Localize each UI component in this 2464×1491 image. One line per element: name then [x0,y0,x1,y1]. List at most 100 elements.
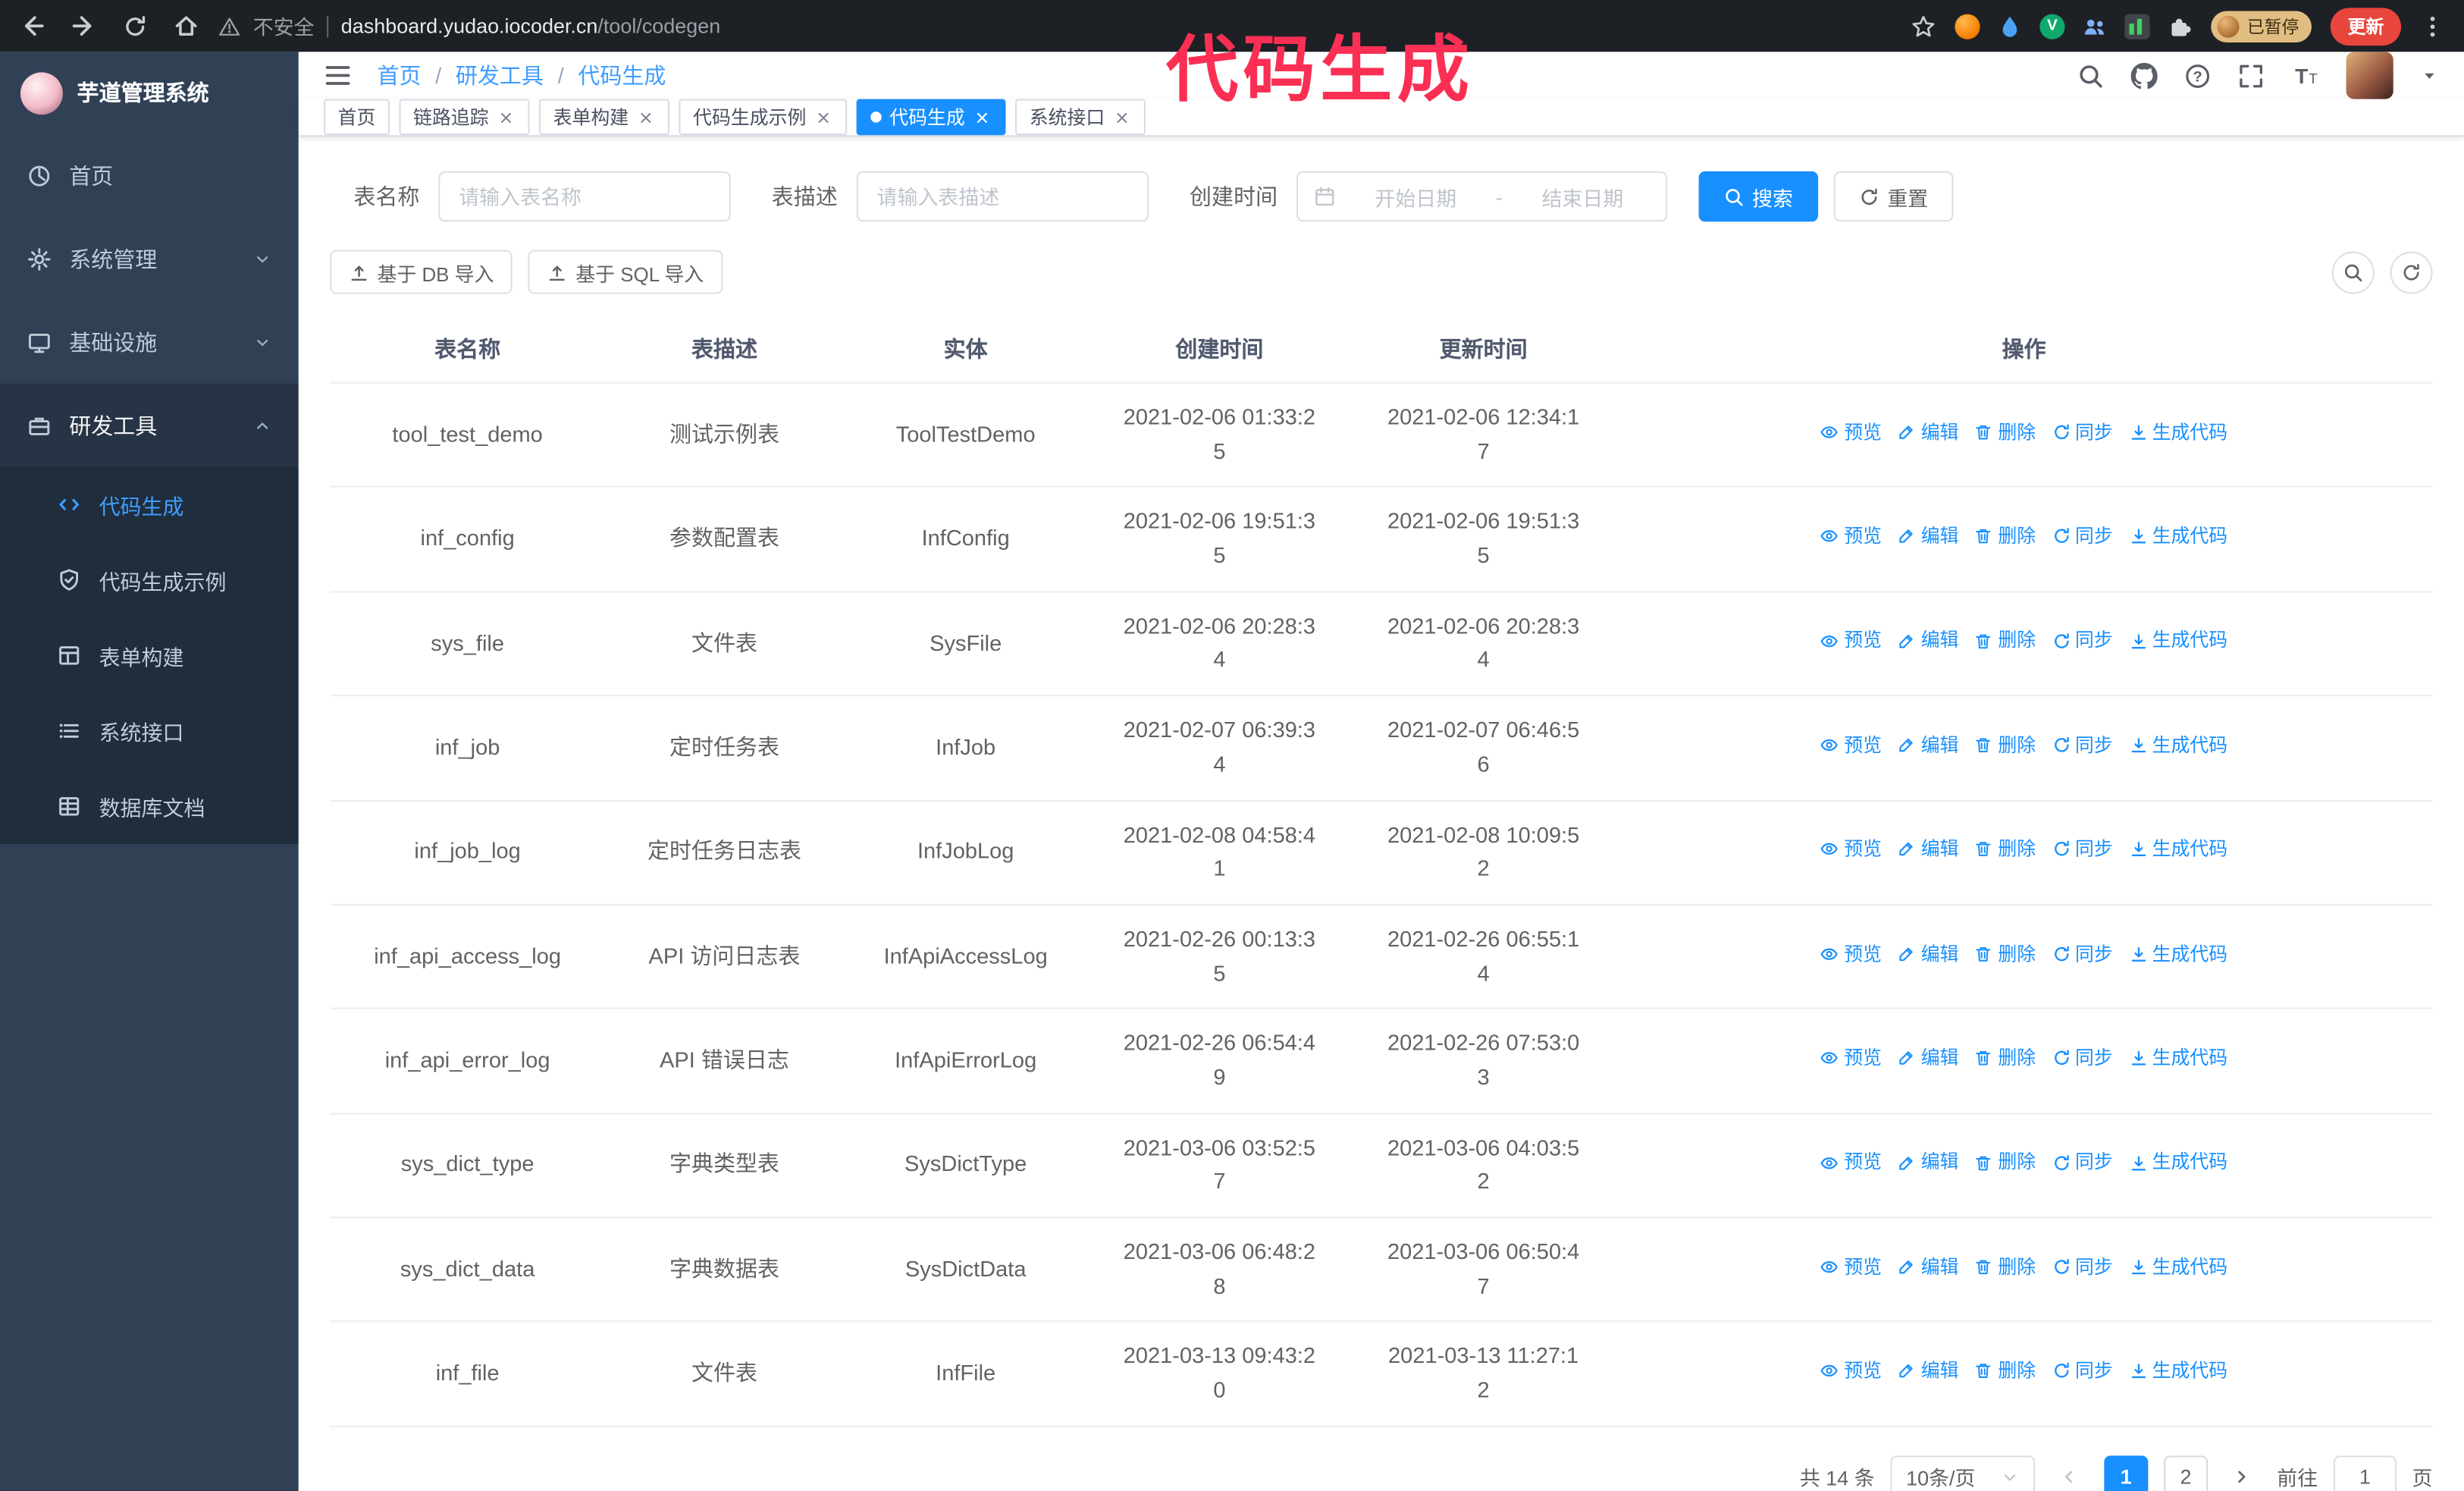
preview-link[interactable]: 预览 [1820,1357,1882,1386]
edit-link[interactable]: 编辑 [1898,1044,1959,1073]
breadcrumb-devtools[interactable]: 研发工具 [456,60,544,91]
preview-link[interactable]: 预览 [1820,418,1882,447]
extensions-puzzle-icon[interactable] [2167,14,2192,39]
sidebar-item-codegen[interactable]: 代码生成 [0,467,299,542]
generate-code-link[interactable]: 生成代码 [2129,1148,2227,1178]
font-size-icon[interactable] [2291,61,2319,89]
generate-code-link[interactable]: 生成代码 [2129,418,2227,447]
search-button[interactable]: 搜索 [1698,171,1819,222]
delete-link[interactable]: 删除 [1974,940,2036,969]
edit-link[interactable]: 编辑 [1898,522,1959,551]
create-time-range-picker[interactable]: 开始日期 - 结束日期 [1296,171,1668,222]
sync-link[interactable]: 同步 [2052,1148,2113,1178]
delete-link[interactable]: 删除 [1974,626,2036,656]
generate-code-link[interactable]: 生成代码 [2129,522,2227,551]
sync-link[interactable]: 同步 [2052,1357,2113,1386]
sync-link[interactable]: 同步 [2052,1044,2113,1073]
import-db-button[interactable]: 基于 DB 导入 [330,250,513,294]
refresh-table-button[interactable] [2390,250,2433,293]
page-2-button[interactable]: 2 [2164,1455,2209,1491]
import-sql-button[interactable]: 基于 SQL 导入 [528,250,723,294]
breadcrumb-codegen[interactable]: 代码生成 [578,60,666,91]
search-icon[interactable] [2077,62,2104,89]
tab-form-builder[interactable]: 表单构建 [539,99,670,136]
sync-link[interactable]: 同步 [2052,1252,2113,1282]
tab-tracing[interactable]: 链路追踪 [399,99,530,136]
sidebar-item-form-builder[interactable]: 表单构建 [0,618,299,693]
browser-update-button[interactable]: 更新 [2330,7,2402,46]
generate-code-link[interactable]: 生成代码 [2129,835,2227,865]
reload-icon[interactable] [123,14,148,39]
tab-codegen-example[interactable]: 代码生成示例 [679,99,848,136]
close-icon[interactable] [814,108,833,127]
extension-v-icon[interactable]: V [2039,13,2065,39]
edit-link[interactable]: 编辑 [1898,1252,1959,1282]
bookmark-star-icon[interactable] [1911,14,1936,39]
preview-link[interactable]: 预览 [1820,730,1882,760]
sync-link[interactable]: 同步 [2052,626,2113,656]
avatar-caret-icon[interactable] [2420,66,2439,85]
close-icon[interactable] [973,108,992,127]
tab-codegen[interactable]: 代码生成 [856,99,1006,136]
delete-link[interactable]: 删除 [1974,1148,2036,1178]
paused-badge[interactable]: 已暂停 [2211,10,2312,42]
reset-button[interactable]: 重置 [1833,171,1954,222]
generate-code-link[interactable]: 生成代码 [2129,1252,2227,1282]
docs-help-icon[interactable] [2184,62,2211,89]
collapse-menu-icon[interactable] [324,61,352,89]
sidebar-item-codegen-example[interactable]: 代码生成示例 [0,542,299,617]
edit-link[interactable]: 编辑 [1898,835,1959,865]
close-icon[interactable] [1113,108,1132,127]
tab-home[interactable]: 首页 [323,99,390,136]
app-logo[interactable]: 芋道管理系统 [0,52,299,133]
delete-link[interactable]: 删除 [1974,835,2036,865]
delete-link[interactable]: 删除 [1974,730,2036,760]
page-1-button[interactable]: 1 [2104,1455,2149,1491]
sync-link[interactable]: 同步 [2052,940,2113,969]
sidebar-item-infra[interactable]: 基础设施 [0,300,299,384]
sync-link[interactable]: 同步 [2052,835,2113,865]
sync-link[interactable]: 同步 [2052,522,2113,551]
forward-icon[interactable] [71,13,97,39]
delete-link[interactable]: 删除 [1974,1357,2036,1386]
sidebar-item-home[interactable]: 首页 [0,133,299,217]
close-icon[interactable] [637,108,656,127]
edit-link[interactable]: 编辑 [1898,730,1959,760]
home-icon[interactable] [173,13,199,39]
preview-link[interactable]: 预览 [1820,1148,1882,1178]
goto-page-input[interactable] [2333,1455,2397,1491]
user-avatar[interactable] [2346,52,2393,99]
extension-fox-icon[interactable] [1955,13,1980,39]
back-icon[interactable] [19,13,45,39]
edit-link[interactable]: 编辑 [1898,940,1959,969]
edit-link[interactable]: 编辑 [1898,1357,1959,1386]
address-bar[interactable]: 不安全 dashboard.yudao.iocoder.cn/tool/code… [218,11,1892,41]
toggle-search-button[interactable] [2331,250,2375,293]
preview-link[interactable]: 预览 [1820,626,1882,656]
extension-chart-icon[interactable] [2124,13,2150,39]
browser-menu-icon[interactable] [2420,14,2445,39]
preview-link[interactable]: 预览 [1820,1252,1882,1282]
generate-code-link[interactable]: 生成代码 [2129,626,2227,656]
generate-code-link[interactable]: 生成代码 [2129,1357,2227,1386]
github-icon[interactable] [2131,62,2158,89]
breadcrumb-home[interactable]: 首页 [377,60,421,91]
next-page-button[interactable] [2224,1455,2262,1491]
delete-link[interactable]: 删除 [1974,522,2036,551]
preview-link[interactable]: 预览 [1820,835,1882,865]
edit-link[interactable]: 编辑 [1898,626,1959,656]
close-icon[interactable] [497,108,516,127]
preview-link[interactable]: 预览 [1820,1044,1882,1073]
table-name-input[interactable] [438,171,731,222]
tab-system-api[interactable]: 系统接口 [1015,99,1146,136]
preview-link[interactable]: 预览 [1820,940,1882,969]
edit-link[interactable]: 编辑 [1898,418,1959,447]
sidebar-item-system-api[interactable]: 系统接口 [0,693,299,768]
delete-link[interactable]: 删除 [1974,1044,2036,1073]
fullscreen-icon[interactable] [2238,62,2265,89]
delete-link[interactable]: 删除 [1974,418,2036,447]
preview-link[interactable]: 预览 [1820,522,1882,551]
page-size-select[interactable]: 10条/页 [1890,1455,2036,1491]
prev-page-button[interactable] [2051,1455,2089,1491]
edit-link[interactable]: 编辑 [1898,1148,1959,1178]
